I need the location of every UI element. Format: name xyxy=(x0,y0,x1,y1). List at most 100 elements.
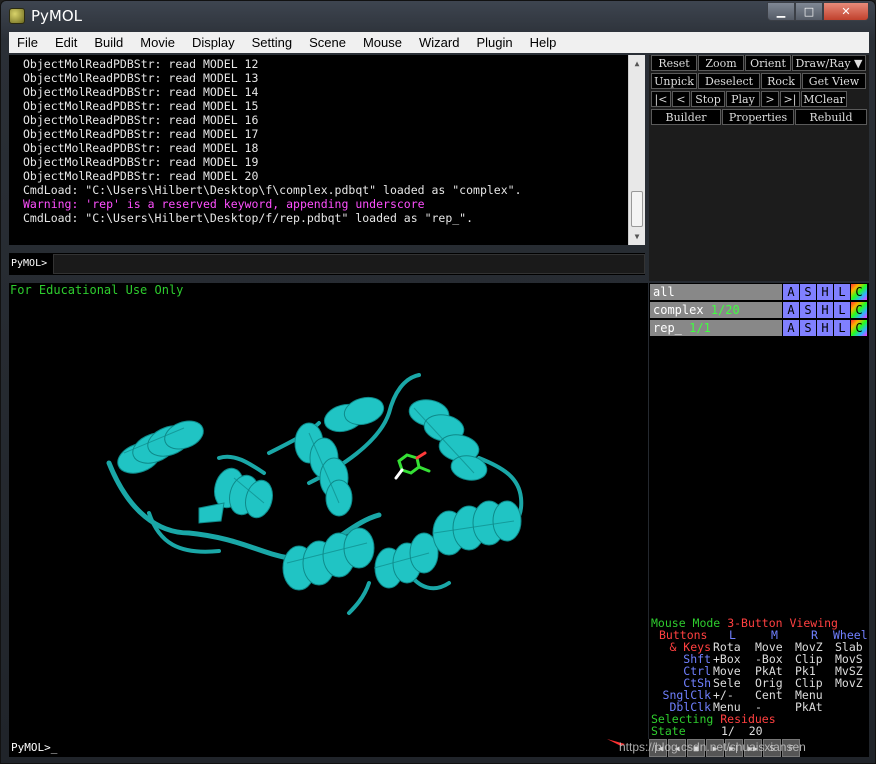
object-label: complex xyxy=(653,303,704,317)
protein-cartoon xyxy=(106,373,524,615)
object-panel: all A S H L Ccomplex 1/20 A S H L Crep_ 1/1 A S H L C xyxy=(649,283,869,617)
object-c-button[interactable]: C xyxy=(851,284,867,300)
command-prompt: PyMOL> xyxy=(11,258,48,269)
output-line: ObjectMolReadPDBStr: read MODEL 14 xyxy=(23,85,259,99)
output-line: CmdLoad: "C:\Users\Hilbert\Desktop\f\com… xyxy=(23,183,522,197)
ctrl-button-mclear[interactable]: MClear xyxy=(801,91,847,107)
menu-mouse[interactable]: Mouse xyxy=(363,35,402,50)
mouse-action xyxy=(835,689,875,701)
menu-setting[interactable]: Setting xyxy=(252,35,292,50)
menu-scene[interactable]: Scene xyxy=(309,35,346,50)
ctrl-button-unpick[interactable]: Unpick xyxy=(651,73,697,89)
menu-edit[interactable]: Edit xyxy=(55,35,77,50)
helix-1 xyxy=(117,420,204,474)
menu-build[interactable]: Build xyxy=(94,35,123,50)
ctrl-button-[interactable]: > xyxy=(761,91,779,107)
menu-plugin[interactable]: Plugin xyxy=(476,35,512,50)
helix-8 xyxy=(432,500,522,556)
command-line-top: PyMOL> xyxy=(9,253,645,275)
ctrl-button-[interactable]: >| xyxy=(780,91,800,107)
ctrl-button-rebuild[interactable]: Rebuild xyxy=(795,109,867,125)
object-s-button[interactable]: S xyxy=(800,302,816,318)
mouse-action: MovZ xyxy=(835,676,863,690)
ctrl-button-stop[interactable]: Stop xyxy=(691,91,725,107)
close-button[interactable]: ✕ xyxy=(823,2,869,21)
object-a-button[interactable]: A xyxy=(783,284,799,300)
helix-4 xyxy=(323,396,385,433)
object-label: rep_ xyxy=(653,321,682,335)
object-row-all: all ASHLC xyxy=(650,284,869,300)
menu-movie[interactable]: Movie xyxy=(140,35,175,50)
ctrl-button-reset[interactable]: Reset xyxy=(651,55,697,71)
mouse-action: PkAt xyxy=(795,700,823,714)
control-panel: Reset Zoom Orient Draw/Ray ▼ Unpick Deselect R… xyxy=(649,55,869,281)
object-c-button[interactable]: C xyxy=(851,302,867,318)
output-line: ObjectMolReadPDBStr: read MODEL 20 xyxy=(23,169,259,183)
window-title: PyMOL xyxy=(31,7,83,25)
object-l-button[interactable]: L xyxy=(834,284,850,300)
output-line: ObjectMolReadPDBStr: read MODEL 15 xyxy=(23,99,259,113)
scroll-thumb[interactable] xyxy=(631,191,643,227)
strand-1 xyxy=(198,502,225,524)
ctrl-button-get-view[interactable]: Get View xyxy=(802,73,866,89)
ctrl-button-properties[interactable]: Properties xyxy=(722,109,794,125)
ctrl-button-[interactable]: |< xyxy=(651,91,671,107)
mouse-mode-panel[interactable]: Mouse Mode 3-Button Viewing Buttons L M R Wh… xyxy=(649,617,869,739)
minimize-button[interactable]: ▁ xyxy=(767,2,795,21)
object-a-button[interactable]: A xyxy=(783,320,799,336)
warning-line: Warning: 'rep' is a reserved keyword, ap… xyxy=(23,197,425,211)
ctrl-button-zoom[interactable]: Zoom xyxy=(698,55,744,71)
object-l-button[interactable]: L xyxy=(834,302,850,318)
ctrl-button-draw-ray[interactable]: Draw/Ray ▼ xyxy=(792,55,866,71)
object-state: 1/20 xyxy=(710,303,740,317)
menu-display[interactable]: Display xyxy=(192,35,235,50)
output-line: CmdLoad: "C:\Users\Hilbert\Desktop/f/rep… xyxy=(23,211,474,225)
object-h-button[interactable]: H xyxy=(817,284,833,300)
watermark: https://blog.csdn.net/shuaisxiansen xyxy=(619,740,806,754)
helix-5 xyxy=(408,399,488,481)
output-line: ObjectMolReadPDBStr: read MODEL 16 xyxy=(23,113,259,127)
output-log: ObjectMolReadPDBStr: read MODEL 12 Object… xyxy=(9,55,645,245)
ctrl-button-play[interactable]: Play xyxy=(726,91,760,107)
output-scrollbar[interactable]: ▲ ▼ xyxy=(628,55,645,245)
object-h-button[interactable]: H xyxy=(817,302,833,318)
state-value: 1/ 20 xyxy=(721,724,763,738)
object-name[interactable]: rep_ 1/1 xyxy=(650,320,782,336)
ctrl-button-orient[interactable]: Orient xyxy=(745,55,791,71)
menu-wizard[interactable]: Wizard xyxy=(419,35,459,50)
object-label: all xyxy=(653,285,675,299)
object-a-button[interactable]: A xyxy=(783,302,799,318)
title-bar[interactable]: PyMOL ▁ □ ✕ xyxy=(1,1,876,31)
object-s-button[interactable]: S xyxy=(800,284,816,300)
ctrl-button-builder[interactable]: Builder xyxy=(651,109,721,125)
ligand-sticks xyxy=(394,451,431,480)
menu-bar: File Edit Build Movie Display Setting Scene Mou… xyxy=(9,32,869,53)
maximize-button[interactable]: □ xyxy=(795,2,823,21)
output-line: ObjectMolReadPDBStr: read MODEL 12 xyxy=(23,57,259,71)
command-input[interactable] xyxy=(53,254,645,274)
ctrl-button-deselect[interactable]: Deselect xyxy=(698,73,760,89)
object-name[interactable]: complex 1/20 xyxy=(650,302,782,318)
object-c-button[interactable]: C xyxy=(851,320,867,336)
bottom-prompt[interactable]: PyMOL>_ xyxy=(11,741,57,754)
ctrl-button-[interactable]: < xyxy=(672,91,690,107)
menu-file[interactable]: File xyxy=(17,35,38,50)
object-row-complex: complex 1/20 A S H L C xyxy=(650,302,869,318)
scroll-down-arrow-icon[interactable]: ▼ xyxy=(629,228,645,244)
3d-viewer[interactable]: For Educational Use Only xyxy=(9,283,648,739)
menu-help[interactable]: Help xyxy=(530,35,557,50)
mouse-action xyxy=(835,701,875,713)
ctrl-button-rock[interactable]: Rock xyxy=(761,73,801,89)
scroll-up-arrow-icon[interactable]: ▲ xyxy=(629,55,645,71)
object-state: 1/1 xyxy=(689,321,711,335)
state-label: State xyxy=(651,724,686,738)
output-line: ObjectMolReadPDBStr: read MODEL 19 xyxy=(23,155,259,169)
output-line: ObjectMolReadPDBStr: read MODEL 17 xyxy=(23,127,259,141)
output-line: ObjectMolReadPDBStr: read MODEL 18 xyxy=(23,141,259,155)
mouse-mode-value: 3-Button Viewing xyxy=(727,616,838,630)
object-name[interactable]: all xyxy=(650,284,782,300)
object-s-button[interactable]: S xyxy=(800,320,816,336)
object-l-button[interactable]: L xyxy=(834,320,850,336)
helix-6 xyxy=(282,527,375,591)
object-h-button[interactable]: H xyxy=(817,320,833,336)
